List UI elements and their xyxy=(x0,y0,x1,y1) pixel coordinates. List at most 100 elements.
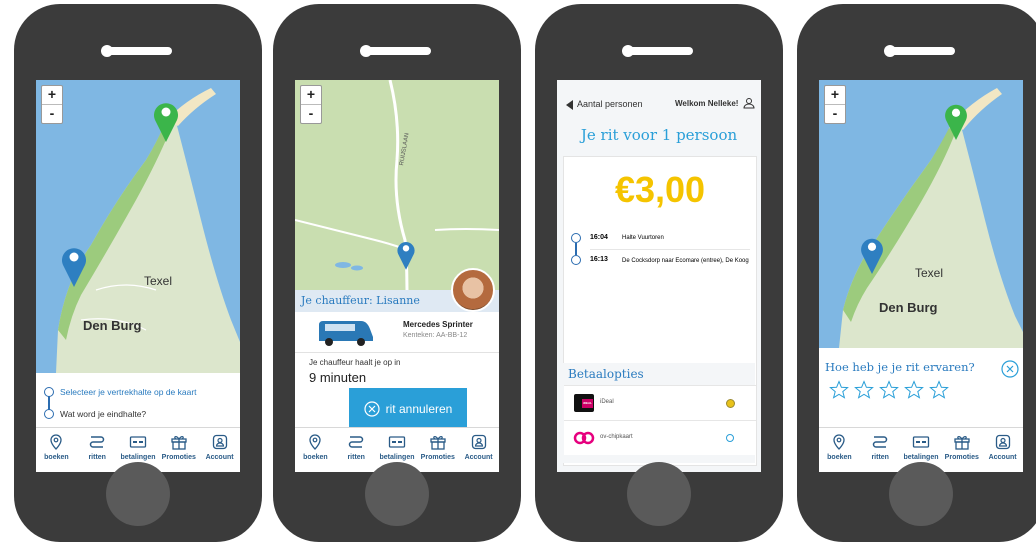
map-label-den-burg: Den Burg xyxy=(83,318,142,333)
card-icon xyxy=(388,436,406,448)
close-circle-icon[interactable] xyxy=(1001,360,1019,378)
zoom-in-button[interactable]: + xyxy=(301,86,321,105)
payment-radio[interactable] xyxy=(726,434,734,442)
zoom-control: + - xyxy=(824,85,846,124)
tab-label: Promoties xyxy=(161,454,196,461)
speaker xyxy=(363,47,431,55)
tab-label: ritten xyxy=(871,454,889,461)
tab-ritten[interactable]: ritten xyxy=(77,428,118,472)
tab-label: boeken xyxy=(44,454,69,461)
star-5-icon[interactable] xyxy=(929,380,949,400)
stop-time: 16:04 xyxy=(590,234,608,241)
home-button[interactable] xyxy=(106,462,170,526)
screen-rate-ride: + - Texel Den Burg Hoe heb je je rit erv… xyxy=(819,80,1023,472)
map[interactable]: RUIJSLAAN + - xyxy=(295,80,499,290)
route-line xyxy=(575,243,577,255)
tab-label: betalingen xyxy=(903,454,939,461)
tab-label: betalingen xyxy=(120,454,156,461)
back-label[interactable]: Aantal personen xyxy=(577,99,643,109)
map-pin-green-icon[interactable] xyxy=(152,98,180,142)
home-button[interactable] xyxy=(889,462,953,526)
tab-label: Promoties xyxy=(420,454,455,461)
stop-selector: Selecteer je vertrekhalte op de kaart Wa… xyxy=(36,373,240,428)
tab-boeken[interactable]: boeken xyxy=(36,428,77,472)
ride-title: Je rit voor 1 persoon xyxy=(580,126,738,144)
tab-label: ritten xyxy=(88,454,106,461)
tab-ritten[interactable]: ritten xyxy=(860,428,901,472)
tab-promoties[interactable]: Promoties xyxy=(417,428,458,472)
payment-title: Betaalopties xyxy=(568,367,644,381)
route-icon xyxy=(348,436,364,448)
zoom-in-button[interactable]: + xyxy=(42,86,62,105)
tab-account[interactable]: Account xyxy=(982,428,1023,472)
user-icon[interactable] xyxy=(743,97,755,109)
map[interactable]: + - Texel Den Burg xyxy=(819,80,1023,348)
cancel-ride-button[interactable]: rit annuleren xyxy=(349,388,467,430)
speaker xyxy=(887,47,955,55)
driver-title: Je chauffeur: Lisanne xyxy=(301,294,420,307)
star-4-icon[interactable] xyxy=(904,380,924,400)
ideal-logo: iDEAL xyxy=(574,394,594,412)
payment-name: iDeal xyxy=(600,399,614,405)
screen-driver-assigned: RUIJSLAAN + - Je chauffeur: Lisanne Merc… xyxy=(295,80,499,472)
vehicle-card: Mercedes Sprinter Kenteken: AA-BB-12 xyxy=(295,312,499,353)
map-pin-blue-icon[interactable] xyxy=(60,243,88,287)
tab-ritten[interactable]: ritten xyxy=(336,428,377,472)
tab-label: betalingen xyxy=(379,454,415,461)
tab-account[interactable]: Account xyxy=(458,428,499,472)
payment-option-ov-chipkaart[interactable]: ov-chipkaart xyxy=(564,420,756,455)
tab-promoties[interactable]: Promoties xyxy=(158,428,199,472)
account-icon xyxy=(995,434,1010,450)
vehicle-name: Mercedes Sprinter xyxy=(403,320,473,329)
zoom-in-button[interactable]: + xyxy=(825,86,845,105)
stop-name: Halte Vuurtoren xyxy=(622,235,664,241)
location-icon xyxy=(50,434,63,450)
welcome-text: Welkom Nelleke! xyxy=(675,99,739,108)
zoom-out-button[interactable]: - xyxy=(825,105,845,123)
rating-question: Hoe heb je je rit ervaren? xyxy=(825,360,975,374)
account-icon xyxy=(212,434,227,450)
destination-prompt[interactable]: Wat word je eindhalte? xyxy=(60,409,146,419)
departure-ring-icon xyxy=(44,387,54,397)
tab-boeken[interactable]: boeken xyxy=(819,428,860,472)
map[interactable]: + - Texel Den Burg xyxy=(36,80,240,373)
map-label-texel: Texel xyxy=(144,274,173,288)
tab-label: Promoties xyxy=(944,454,979,461)
payment-radio-selected[interactable] xyxy=(726,399,735,408)
star-3-icon[interactable] xyxy=(879,380,899,400)
map-label-texel: Texel xyxy=(915,266,944,280)
zoom-out-button[interactable]: - xyxy=(301,105,321,123)
phone-1: + - Texel Den Burg Selecteer je vertrekh… xyxy=(14,4,262,542)
gift-icon xyxy=(954,436,970,450)
home-button[interactable] xyxy=(627,462,691,526)
close-circle-icon xyxy=(364,401,380,417)
stop-time: 16:13 xyxy=(590,256,608,263)
payment-option-ideal[interactable]: iDEAL iDeal xyxy=(564,385,756,420)
account-icon xyxy=(471,434,486,450)
tab-label: Account xyxy=(988,454,1017,461)
vehicle-plate: Kenteken: AA-BB-12 xyxy=(403,332,468,339)
zoom-out-button[interactable]: - xyxy=(42,105,62,123)
tab-label: boeken xyxy=(303,454,328,461)
map-pin-blue-icon[interactable] xyxy=(859,234,885,274)
departure-prompt[interactable]: Selecteer je vertrekhalte op de kaart xyxy=(60,387,197,397)
screen-ride-summary: Aantal personen Welkom Nelleke! Je rit v… xyxy=(557,80,761,472)
zoom-control: + - xyxy=(41,85,63,124)
minibus-icon xyxy=(319,321,373,346)
back-arrow-icon[interactable] xyxy=(565,100,575,110)
map-label-den-burg: Den Burg xyxy=(879,300,938,315)
payment-name: ov-chipkaart xyxy=(600,434,633,440)
map-pin-blue-icon[interactable] xyxy=(396,238,416,270)
gift-icon xyxy=(171,436,187,450)
zoom-control: + - xyxy=(300,85,322,124)
star-1-icon[interactable] xyxy=(829,380,849,400)
star-2-icon[interactable] xyxy=(854,380,874,400)
tab-label: Account xyxy=(205,454,234,461)
tab-boeken[interactable]: boeken xyxy=(295,428,336,472)
map-pin-green-icon[interactable] xyxy=(943,100,969,140)
tab-promoties[interactable]: Promoties xyxy=(941,428,982,472)
tab-account[interactable]: Account xyxy=(199,428,240,472)
home-button[interactable] xyxy=(365,462,429,526)
screen-map-select: + - Texel Den Burg Selecteer je vertrekh… xyxy=(36,80,240,472)
tab-label: Account xyxy=(464,454,493,461)
